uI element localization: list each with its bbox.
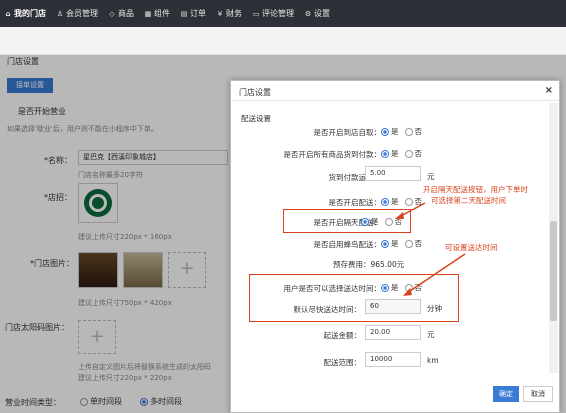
nav-item-2[interactable]: ◇ 商品 xyxy=(108,0,134,27)
nav-item-label: 订单 xyxy=(190,9,206,18)
nav-item-label: 评论管理 xyxy=(262,9,294,18)
comment-icon: ▭ xyxy=(252,9,260,18)
nav-item-3[interactable]: ▦ 组件 xyxy=(144,0,170,27)
time-arrow xyxy=(406,253,466,294)
money-icon: ¥ xyxy=(217,9,223,18)
list-icon: ▤ xyxy=(180,9,188,18)
nav-item-label: 财务 xyxy=(226,9,242,18)
top-nav: ⌂ 我的门店 ♙ 会员管理 ◇ 商品 ▦ 组件 ▤ 订单 ¥ 财务 ▭ 评论管理 ⚙ 设置 xyxy=(0,0,566,27)
nav-item-1[interactable]: ♙ 会员管理 xyxy=(56,0,98,27)
settings-dialog: 门店设置 × 配送设置 是否开启到店自取： 是否 是否开启所有商品货到付款： 是… xyxy=(230,80,560,413)
nav-item-label: 会员管理 xyxy=(66,9,98,18)
annotation-arrows xyxy=(395,202,466,296)
next-day-arrowhead-icon xyxy=(395,212,404,219)
nav-item-5[interactable]: ¥ 财务 xyxy=(216,0,242,27)
grid-icon: ▦ xyxy=(144,9,152,18)
sub-header xyxy=(0,27,566,55)
nav-item-label: 组件 xyxy=(154,9,170,18)
home-icon: ⌂ xyxy=(5,9,11,18)
nav-item-label: 设置 xyxy=(314,9,330,18)
time-arrowhead-icon xyxy=(403,288,412,296)
nav-item-0[interactable]: ⌂ 我的门店 xyxy=(4,0,46,27)
nav-item-4[interactable]: ▤ 订单 xyxy=(180,0,206,27)
nav-item-6[interactable]: ▭ 评论管理 xyxy=(252,0,294,27)
nav-item-label: 我的门店 xyxy=(14,9,46,18)
user-icon: ♙ xyxy=(56,9,64,18)
nav-item-7[interactable]: ⚙ 设置 xyxy=(304,0,330,27)
nav-item-label: 商品 xyxy=(118,9,134,18)
gear-icon: ⚙ xyxy=(304,9,312,18)
tag-icon: ◇ xyxy=(109,9,115,18)
